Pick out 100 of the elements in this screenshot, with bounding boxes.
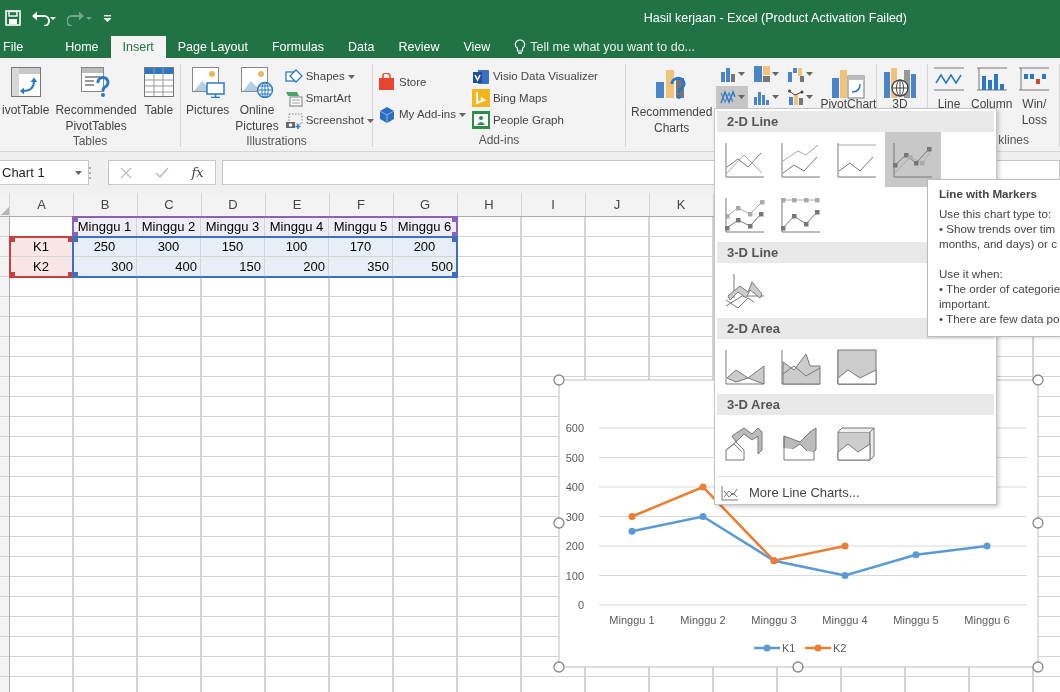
ribbon-button[interactable]: Bing Maps xyxy=(469,89,600,108)
axis-label: 600 xyxy=(565,422,584,434)
picture-icon xyxy=(190,66,225,98)
tooltip-text: Use it when: xyxy=(939,266,1003,281)
table-cell: K2 xyxy=(10,257,72,276)
column-header[interactable]: H xyxy=(457,193,521,216)
grip-icon xyxy=(88,165,92,180)
column-header[interactable]: E xyxy=(265,193,329,216)
tell-me-field[interactable]: Tell me what you want to do... xyxy=(530,37,731,57)
ribbon-tab[interactable]: File xyxy=(0,36,54,58)
ribbon-button[interactable]: Pictures xyxy=(184,64,232,134)
waterfall-chart-icon xyxy=(787,66,804,82)
axis-label: 300 xyxy=(565,510,584,523)
ribbon-tab[interactable]: View xyxy=(451,36,503,58)
caret-icon[interactable] xyxy=(771,95,779,99)
ribbon-button[interactable]: People Graph xyxy=(469,111,600,130)
resize-handle[interactable] xyxy=(1032,661,1044,673)
tooltip-title: Line with Markers xyxy=(939,186,1037,201)
line-chart-icon xyxy=(780,140,822,179)
customize-icon[interactable] xyxy=(103,13,112,23)
menu-item[interactable]: More Line Charts... xyxy=(717,476,994,509)
caret-icon[interactable] xyxy=(458,112,466,117)
resize-handle[interactable] xyxy=(1032,517,1044,529)
ribbon-button[interactable]: Table xyxy=(140,64,177,134)
resize-handle[interactable] xyxy=(553,661,565,673)
caret-icon[interactable] xyxy=(366,119,374,123)
column-header[interactable]: F xyxy=(329,193,393,216)
ribbon-tab[interactable]: Formulas xyxy=(259,36,337,58)
column-header[interactable]: A xyxy=(10,193,73,216)
undo-icon[interactable] xyxy=(31,10,57,26)
ribbon-button[interactable]: Recommended PivotTables xyxy=(53,64,139,134)
legend-key xyxy=(805,644,831,652)
group-label: Tables xyxy=(71,134,109,148)
treemap-icon xyxy=(753,66,770,82)
ribbon-button[interactable]: Recommended Charts xyxy=(629,64,715,136)
data-point xyxy=(699,483,707,491)
resize-handle[interactable] xyxy=(553,374,565,386)
column-header[interactable]: G xyxy=(393,193,457,216)
ribbon-button[interactable]: Online Pictures xyxy=(233,64,281,134)
column-header[interactable]: K xyxy=(649,193,713,216)
globe-chart-icon xyxy=(882,66,918,100)
data-point xyxy=(628,527,636,535)
table-cell: 150 xyxy=(201,257,264,276)
line-chart-icon xyxy=(724,195,766,234)
resize-handle[interactable] xyxy=(1032,374,1044,386)
tooltip-text: important. xyxy=(939,296,991,311)
axis-label: Minggu 2 xyxy=(680,614,726,626)
caret-icon[interactable] xyxy=(347,75,355,79)
ribbon-button[interactable]: Win/ Loss xyxy=(1016,64,1053,133)
column-header[interactable]: C xyxy=(137,193,201,216)
line-chart-icon xyxy=(719,89,736,105)
table-cell: 350 xyxy=(329,257,392,276)
axis-label: Minggu 6 xyxy=(964,614,1010,626)
line-chart-icon xyxy=(724,140,766,179)
win-loss-icon xyxy=(1018,66,1051,92)
caret-icon[interactable] xyxy=(805,95,813,99)
caret-icon[interactable] xyxy=(771,72,779,76)
data-point xyxy=(699,513,707,520)
ribbon-button[interactable]: My Add-ins xyxy=(376,105,468,124)
column-header[interactable]: J xyxy=(585,193,649,216)
column-header[interactable]: D xyxy=(201,193,265,216)
area-chart-icon xyxy=(724,347,766,386)
cancel-icon[interactable] xyxy=(120,166,133,179)
ribbon-button[interactable]: Screenshot xyxy=(282,112,376,130)
ribbon-button[interactable]: Visio Data Visualizer xyxy=(469,67,600,86)
section-header: 2-D Line xyxy=(717,111,994,132)
chart-type-option[interactable] xyxy=(885,132,941,187)
picture-globe-icon xyxy=(240,66,275,98)
ribbon-tab[interactable]: Page Layout xyxy=(165,36,260,58)
ribbon-button[interactable]: ivotTable xyxy=(0,64,52,134)
line-chart-icon xyxy=(780,195,822,234)
resize-handle[interactable] xyxy=(553,517,565,529)
axis-label: 500 xyxy=(565,451,584,464)
check-icon[interactable] xyxy=(154,166,169,179)
histogram-icon xyxy=(753,89,770,105)
caret-icon[interactable] xyxy=(805,72,813,76)
chart-type-button[interactable] xyxy=(716,86,749,108)
caret-icon[interactable] xyxy=(737,95,745,99)
save-icon[interactable] xyxy=(5,10,21,26)
column-header[interactable]: I xyxy=(521,193,585,216)
insert-function-button[interactable]: fx xyxy=(191,162,204,183)
table-cell: 400 xyxy=(137,257,200,276)
axis-label: Minggu 4 xyxy=(822,614,868,626)
app-tile-icon xyxy=(471,89,490,108)
ribbon-tab[interactable]: Data xyxy=(336,36,387,58)
ribbon-tab[interactable]: Insert xyxy=(110,36,166,58)
ribbon-button[interactable]: SmartArt xyxy=(282,90,376,108)
ribbon-button[interactable]: Store xyxy=(376,73,468,92)
column-header[interactable]: B xyxy=(73,193,137,216)
name-box[interactable]: Chart 1 xyxy=(0,160,89,185)
tooltip-text: Use this chart type to: xyxy=(939,206,1052,221)
axis-label: 0 xyxy=(577,599,584,611)
caret-icon[interactable] xyxy=(737,72,745,76)
resize-handle[interactable] xyxy=(792,661,804,673)
ribbon-tab[interactable]: Review xyxy=(386,36,452,58)
app-tile-icon xyxy=(471,67,490,86)
ribbon-button[interactable]: Shapes xyxy=(282,68,376,86)
axis-label: Minggu 5 xyxy=(893,614,939,626)
ribbon-tab[interactable]: Home xyxy=(53,36,111,58)
data-point xyxy=(628,513,636,520)
